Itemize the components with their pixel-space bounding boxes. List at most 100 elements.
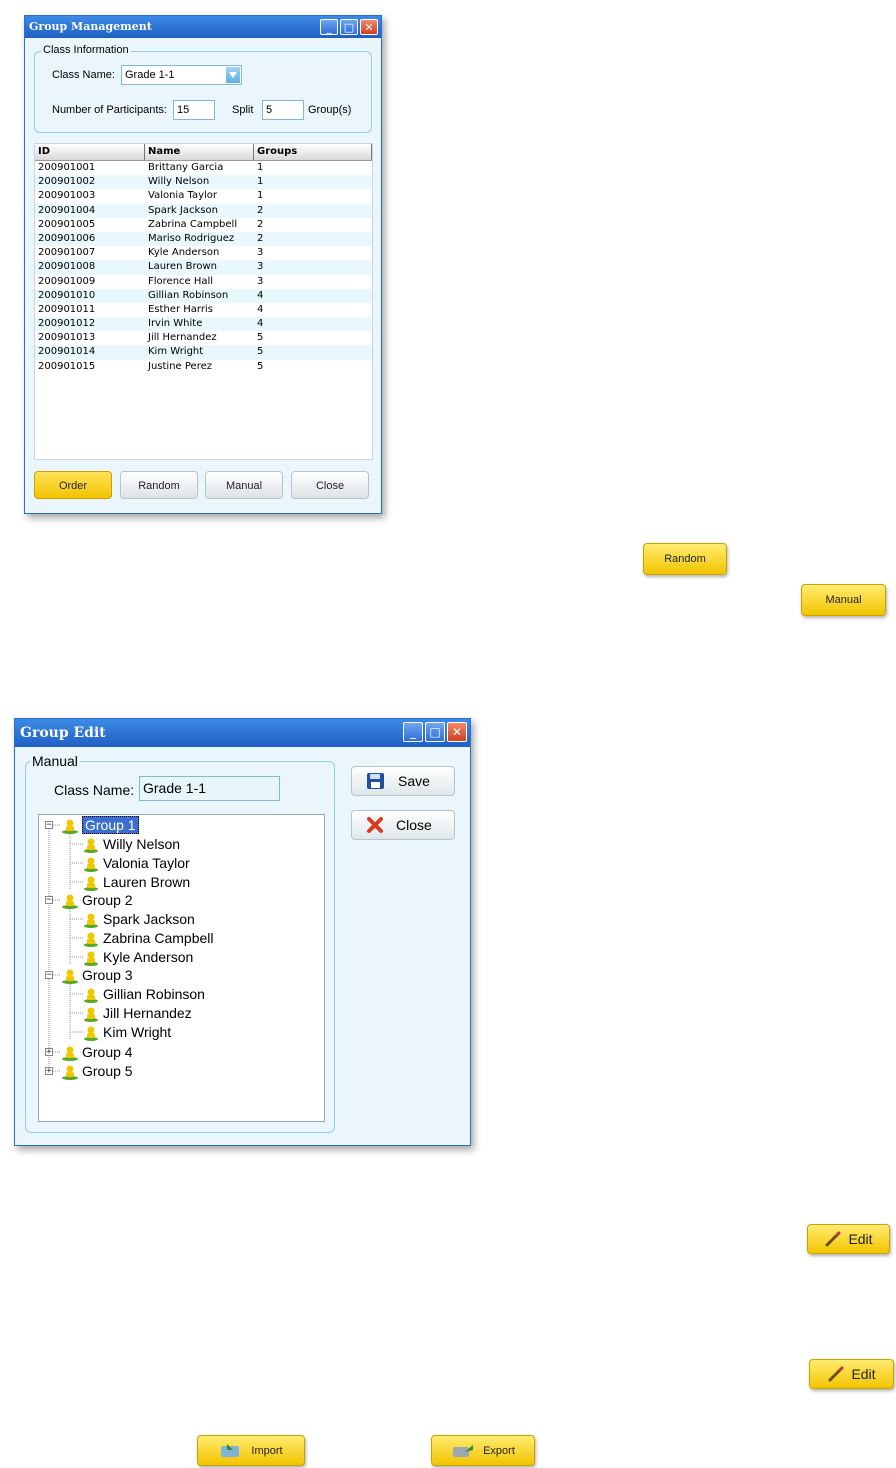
minimize-button[interactable]: _ (320, 19, 338, 35)
table-row[interactable]: 200901004 Spark Jackson 2 (35, 203, 372, 218)
random-button-standalone[interactable]: Random (643, 543, 727, 575)
export-icon (453, 1444, 474, 1457)
tree-group-4[interactable]: Group 4 (61, 1043, 133, 1062)
participants-table: ID Name Groups 200901001 Brittany Garcia 1… (34, 143, 373, 460)
tree-member[interactable]: Spark Jackson (82, 910, 195, 929)
tree-member-label: Gillian Robinson (103, 986, 205, 1002)
tree-group-1-label: Group 1 (82, 816, 139, 834)
table-row[interactable]: 200901008 Lauren Brown 3 (35, 260, 372, 275)
cell-name: Lauren Brown (148, 261, 217, 273)
class-name-combo[interactable]: Grade 1-1 (121, 65, 242, 85)
column-header-groups[interactable]: Groups (254, 144, 372, 160)
tree-group-5[interactable]: Group 5 (61, 1062, 133, 1081)
split-field[interactable]: 5 (262, 100, 304, 120)
close-icon (367, 817, 383, 833)
tree-member[interactable]: Zabrina Campbell (82, 929, 214, 948)
table-row[interactable]: 200901015 Justine Perez 5 (35, 360, 372, 374)
edit-button-2[interactable]: Edit (809, 1359, 894, 1389)
tree-member[interactable]: Valonia Taylor (82, 854, 190, 873)
table-row[interactable]: 200901009 Florence Hall 3 (35, 275, 372, 289)
tree-member-label: Lauren Brown (103, 874, 191, 890)
tree-group-1[interactable]: Group 1 (61, 816, 139, 835)
table-row[interactable]: 200901014 Kim Wright 5 (35, 345, 372, 360)
cell-group: 4 (257, 318, 264, 330)
tree-member-label: Kim Wright (103, 1024, 172, 1040)
chevron-down-icon[interactable] (226, 67, 240, 83)
cell-group: 5 (257, 332, 264, 344)
table-row[interactable]: 200901001 Brittany Garcia 1 (35, 161, 372, 175)
tree-group-3-label: Group 3 (82, 967, 133, 983)
person-icon (84, 838, 98, 854)
participants-label: Number of Participants: (52, 104, 167, 116)
close-window-button[interactable]: ✕ (360, 19, 378, 35)
column-header-name[interactable]: Name (145, 144, 254, 160)
table-body: 200901001 Brittany Garcia 1 200901002 Willy… (35, 161, 372, 374)
tree-member[interactable]: Willy Nelson (82, 835, 180, 854)
maximize-button[interactable]: □ (425, 722, 445, 742)
manual-button[interactable]: Manual (205, 471, 283, 499)
table-row[interactable]: 200901003 Valonia Taylor 1 (35, 189, 372, 203)
table-row[interactable]: 200901002 Willy Nelson 1 (35, 175, 372, 190)
collapse-toggle[interactable]: − (45, 971, 53, 980)
manual-button-standalone[interactable]: Manual (801, 584, 886, 616)
groups-suffix-label: Group(s) (308, 104, 352, 116)
tree-group-2[interactable]: Group 2 (61, 891, 133, 910)
tree-member[interactable]: Kim Wright (82, 1023, 172, 1042)
table-row[interactable]: 200901011 Esther Harris 4 (35, 303, 372, 317)
cell-group: 5 (257, 360, 264, 372)
expand-toggle[interactable]: + (45, 1067, 53, 1076)
cell-id: 200901002 (38, 176, 96, 188)
cell-group: 4 (257, 289, 264, 301)
tree-group-5-label: Group 5 (82, 1063, 133, 1079)
window-title: Group Edit (15, 719, 470, 747)
cell-name: Willy Nelson (148, 176, 210, 188)
person-icon (84, 913, 98, 929)
close-button[interactable]: Close (291, 471, 369, 499)
column-header-id[interactable]: ID (35, 144, 145, 160)
table-row[interactable]: 200901006 Mariso Rodriguez 2 (35, 231, 372, 247)
collapse-toggle[interactable]: − (45, 896, 53, 905)
minimize-button[interactable]: _ (403, 722, 423, 742)
manual-button-label: Manual (825, 594, 862, 606)
edit-button-1[interactable]: Edit (807, 1224, 890, 1254)
person-icon (84, 988, 98, 1004)
cell-id: 200901006 (38, 232, 96, 244)
random-button[interactable]: Random (120, 471, 198, 499)
import-button-label: Import (251, 1444, 283, 1457)
collapse-toggle[interactable]: − (45, 821, 53, 830)
cell-id: 200901015 (38, 360, 96, 372)
group-icon (62, 1046, 78, 1062)
order-button[interactable]: Order (34, 471, 112, 499)
tree-member[interactable]: Gillian Robinson (82, 985, 205, 1004)
close-button[interactable]: Close (351, 810, 455, 840)
person-icon (84, 932, 98, 948)
maximize-button[interactable]: □ (340, 19, 358, 35)
tree-member[interactable]: Jill Hernandez (82, 1004, 192, 1023)
group-icon (62, 1065, 78, 1081)
class-name-field[interactable]: Grade 1-1 (139, 776, 280, 801)
tree-group-3[interactable]: Group 3 (61, 966, 133, 985)
cell-name: Gillian Robinson (148, 289, 229, 301)
table-row[interactable]: 200901010 Gillian Robinson 4 (35, 288, 372, 303)
export-button-label: Export (483, 1444, 515, 1457)
table-row[interactable]: 200901013 Jill Hernandez 5 (35, 331, 372, 345)
table-row[interactable]: 200901005 Zabrina Campbell 2 (35, 218, 372, 232)
cell-id: 200901005 (38, 218, 96, 230)
class-information-legend: Class Information (41, 44, 131, 56)
save-button[interactable]: Save (351, 766, 455, 796)
import-icon (221, 1443, 240, 1457)
table-row[interactable]: 200901007 Kyle Anderson 3 (35, 246, 372, 260)
tree-member[interactable]: Kyle Anderson (82, 948, 193, 967)
close-window-button[interactable]: ✕ (447, 722, 467, 742)
cell-name: Kim Wright (148, 346, 204, 358)
participants-field[interactable]: 15 (173, 100, 215, 120)
cell-id: 200901003 (38, 190, 96, 202)
tree-group-2-label: Group 2 (82, 892, 133, 908)
cell-group: 3 (257, 247, 264, 259)
tree-member[interactable]: Lauren Brown (82, 873, 191, 892)
expand-toggle[interactable]: + (45, 1048, 53, 1057)
import-button[interactable]: Import (197, 1435, 305, 1466)
cell-id: 200901004 (38, 204, 96, 216)
table-row[interactable]: 200901012 Irvin White 4 (35, 317, 372, 332)
export-button[interactable]: Export (431, 1435, 535, 1466)
